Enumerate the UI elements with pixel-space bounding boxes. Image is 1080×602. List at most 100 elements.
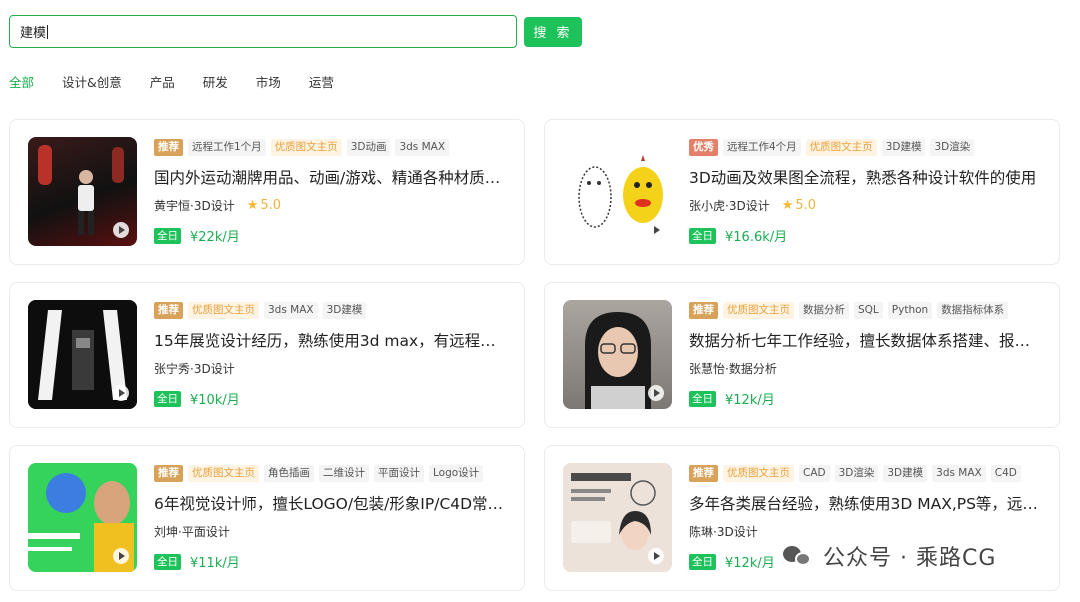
tag: 3D建模	[883, 465, 928, 482]
talent-card[interactable]: 推荐 优质图文主页 数据分析 SQL Python 数据指标体系 数据分析七年工…	[544, 282, 1060, 428]
tag: 数据指标体系	[937, 302, 1009, 319]
profile-thumbnail[interactable]	[563, 300, 672, 409]
tag: 角色插画	[264, 465, 314, 482]
tab-operations[interactable]: 运营	[309, 72, 334, 91]
tag: CAD	[799, 465, 830, 482]
tag: 3D建模	[322, 302, 367, 319]
video-play-icon	[648, 222, 664, 238]
person-name: 陈琳·3D设计	[689, 525, 758, 539]
recommend-badge: 推荐	[154, 139, 183, 156]
tag: 3D渲染	[930, 139, 975, 156]
person-name: 黄宇恒·3D设计	[154, 199, 235, 213]
quality-tag: 优质图文主页	[188, 302, 259, 319]
salary: ¥10k/月	[190, 393, 240, 408]
quality-tag: 优质图文主页	[188, 465, 259, 482]
person-name: 刘坤·平面设计	[154, 525, 230, 539]
excellent-badge: 优秀	[689, 139, 718, 156]
tag-list: 推荐 优质图文主页 3ds MAX 3D建模	[154, 302, 367, 319]
work-type-badge: 全日	[154, 227, 181, 244]
pay-info: 全日 ¥11k/月	[154, 552, 240, 571]
person-meta: 张宁秀·3D设计	[154, 360, 235, 377]
search-input[interactable]: 建模	[9, 15, 517, 48]
recommend-badge: 推荐	[154, 302, 183, 319]
person-meta: 张慧怡·数据分析	[689, 360, 777, 377]
video-play-icon	[648, 385, 664, 401]
pay-info: 全日 ¥12k/月	[689, 552, 775, 571]
tag-list: 优秀 远程工作4个月 优质图文主页 3D建模 3D渲染	[689, 139, 975, 156]
person-meta: 陈琳·3D设计	[689, 523, 758, 540]
search-input-value: 建模	[20, 26, 47, 41]
tag: 3D渲染	[834, 465, 879, 482]
category-tabs: 全部 设计&创意 产品 研发 市场 运营	[9, 72, 334, 91]
tab-product[interactable]: 产品	[150, 72, 175, 91]
card-title[interactable]: 3D动画及效果图全流程，熟悉各种设计软件的使用	[689, 166, 1039, 188]
watermark-text: 公众号 · 乘路CG	[823, 546, 997, 571]
wechat-watermark: 公众号 · 乘路CG	[783, 540, 996, 572]
pay-info: 全日 ¥22k/月	[154, 226, 240, 245]
salary: ¥16.6k/月	[725, 230, 788, 245]
tag: C4D	[990, 465, 1021, 482]
tag: Logo设计	[429, 465, 484, 482]
card-title[interactable]: 数据分析七年工作经验，擅长数据体系搭建、报…	[689, 329, 1039, 351]
card-title[interactable]: 国内外运动潮牌用品、动画/游戏、精通各种材质…	[154, 166, 504, 188]
star-icon: ★	[246, 198, 259, 213]
tab-design[interactable]: 设计&创意	[62, 72, 122, 91]
recommend-badge: 推荐	[689, 302, 718, 319]
profile-thumbnail[interactable]	[28, 137, 137, 246]
tag: 3D建模	[881, 139, 926, 156]
recommend-badge: 推荐	[689, 465, 718, 482]
talent-card[interactable]: 推荐 远程工作1个月 优质图文主页 3D动画 3ds MAX 国内外运动潮牌用品…	[9, 119, 525, 265]
person-name: 张小虎·3D设计	[689, 199, 770, 213]
quality-tag: 优质图文主页	[270, 139, 342, 156]
tag: 平面设计	[374, 465, 424, 482]
tab-all[interactable]: 全部	[9, 72, 34, 91]
quality-tag: 优质图文主页	[805, 139, 877, 156]
tag: 3ds MAX	[395, 139, 450, 156]
card-title[interactable]: 15年展览设计经历，熟练使用3d max，有远程办…	[154, 329, 504, 351]
person-name: 张宁秀·3D设计	[154, 362, 235, 376]
recommend-badge: 推荐	[154, 465, 183, 482]
video-play-icon	[648, 548, 664, 564]
person-meta: 张小虎·3D设计 ★ 5.0	[689, 197, 816, 214]
search-button[interactable]: 搜 索	[524, 16, 582, 47]
pay-info: 全日 ¥16.6k/月	[689, 226, 787, 245]
rating-value: 5.0	[795, 198, 817, 213]
work-type-badge: 全日	[154, 553, 181, 570]
talent-card[interactable]: 推荐 优质图文主页 角色插画 二维设计 平面设计 Logo设计 6年视觉设计师，…	[9, 445, 525, 591]
tab-market[interactable]: 市场	[256, 72, 281, 91]
wechat-icon	[783, 544, 813, 568]
card-title[interactable]: 6年视觉设计师，擅长LOGO/包装/形象IP/C4D常…	[154, 492, 504, 514]
rating-value: 5.0	[260, 198, 282, 213]
tag: 远程工作4个月	[723, 139, 801, 156]
profile-thumbnail[interactable]	[563, 137, 672, 246]
tag: 数据分析	[799, 302, 849, 319]
person-meta: 黄宇恒·3D设计 ★ 5.0	[154, 197, 281, 214]
work-type-badge: 全日	[689, 390, 716, 407]
tag: 3ds MAX	[264, 302, 318, 319]
tag-list: 推荐 优质图文主页 角色插画 二维设计 平面设计 Logo设计	[154, 465, 484, 482]
tag: 3ds MAX	[932, 465, 986, 482]
tag-list: 推荐 远程工作1个月 优质图文主页 3D动画 3ds MAX	[154, 139, 450, 156]
card-title[interactable]: 多年各类展台经验，熟练使用3D MAX,PS等，远…	[689, 492, 1039, 514]
profile-thumbnail[interactable]	[563, 463, 672, 572]
salary: ¥11k/月	[190, 556, 240, 571]
talent-card[interactable]: 优秀 远程工作4个月 优质图文主页 3D建模 3D渲染 3D动画及效果图全流程，…	[544, 119, 1060, 265]
profile-thumbnail[interactable]	[28, 463, 137, 572]
talent-card[interactable]: 推荐 优质图文主页 3ds MAX 3D建模 15年展览设计经历，熟练使用3d …	[9, 282, 525, 428]
tag: 3D动画	[346, 139, 391, 156]
quality-tag: 优质图文主页	[723, 302, 794, 319]
profile-thumbnail[interactable]	[28, 300, 137, 409]
tag-list: 推荐 优质图文主页 CAD 3D渲染 3D建模 3ds MAX C4D	[689, 465, 1021, 482]
star-icon: ★	[781, 198, 794, 213]
tag: SQL	[854, 302, 883, 319]
video-play-icon	[113, 222, 129, 238]
video-play-icon	[113, 385, 129, 401]
salary: ¥12k/月	[725, 393, 775, 408]
pay-info: 全日 ¥12k/月	[689, 389, 775, 408]
search-bar: 建模 搜 索	[9, 15, 582, 48]
tag: Python	[887, 302, 933, 319]
work-type-badge: 全日	[689, 553, 716, 570]
tag: 二维设计	[319, 465, 369, 482]
tab-rd[interactable]: 研发	[203, 72, 228, 91]
rating: ★ 5.0	[782, 198, 816, 213]
